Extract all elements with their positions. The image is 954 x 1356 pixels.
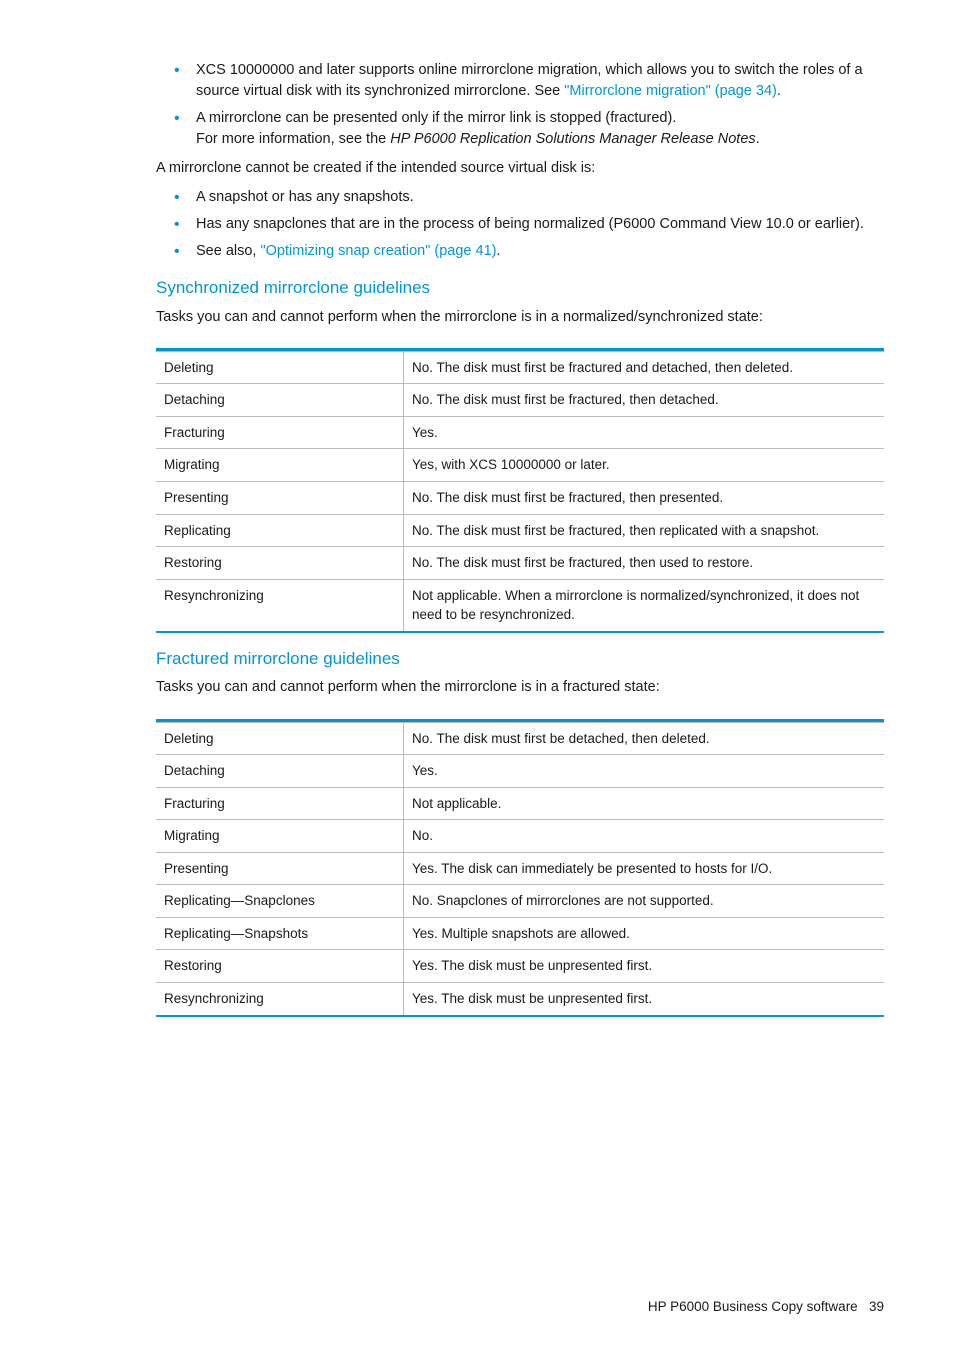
- text: Has any snapclones that are in the proce…: [196, 216, 864, 232]
- table-cell-desc: No. The disk must first be detached, the…: [404, 722, 884, 755]
- table-row: FracturingNot applicable.: [156, 787, 884, 820]
- table-row: ResynchronizingNot applicable. When a mi…: [156, 579, 884, 632]
- table-synchronized: DeletingNo. The disk must first be fract…: [156, 348, 884, 633]
- table-cell-task: Detaching: [156, 384, 404, 417]
- table-cell-task: Resynchronizing: [156, 983, 404, 1016]
- table-cell-task: Restoring: [156, 950, 404, 983]
- table-row: ResynchronizingYes. The disk must be unp…: [156, 983, 884, 1016]
- table-row: PresentingYes. The disk can immediately …: [156, 852, 884, 885]
- table-cell-task: Fracturing: [156, 787, 404, 820]
- table-cell-desc: No.: [404, 820, 884, 853]
- table-cell-task: Fracturing: [156, 416, 404, 449]
- heading-fractured: Fractured mirrorclone guidelines: [156, 647, 884, 672]
- table-cell-desc: Not applicable.: [404, 787, 884, 820]
- table-cell-desc: Yes. Multiple snapshots are allowed.: [404, 917, 884, 950]
- table-cell-desc: Yes. The disk must be unpresented first.: [404, 950, 884, 983]
- table-cell-desc: No. The disk must first be fractured, th…: [404, 482, 884, 515]
- table-cell-task: Migrating: [156, 820, 404, 853]
- table-cell-task: Detaching: [156, 755, 404, 788]
- table-row: RestoringNo. The disk must first be frac…: [156, 547, 884, 580]
- table-cell-desc: Yes, with XCS 10000000 or later.: [404, 449, 884, 482]
- text: A snapshot or has any snapshots.: [196, 189, 414, 205]
- table-cell-desc: No. Snapclones of mirrorclones are not s…: [404, 885, 884, 918]
- text: A mirrorclone can be presented only if t…: [196, 108, 884, 129]
- table-cell-task: Deleting: [156, 351, 404, 384]
- paragraph: Tasks you can and cannot perform when th…: [156, 677, 884, 698]
- table-cell-task: Replicating: [156, 514, 404, 547]
- paragraph: Tasks you can and cannot perform when th…: [156, 307, 884, 328]
- table-row: MigratingNo.: [156, 820, 884, 853]
- heading-synchronized: Synchronized mirrorclone guidelines: [156, 276, 884, 301]
- table-row: PresentingNo. The disk must first be fra…: [156, 482, 884, 515]
- page-number: 39: [869, 1299, 884, 1314]
- bullet-list-2: A snapshot or has any snapshots. Has any…: [156, 187, 884, 262]
- table-row: DetachingYes.: [156, 755, 884, 788]
- table-fractured: DeletingNo. The disk must first be detac…: [156, 719, 884, 1017]
- table-cell-task: Restoring: [156, 547, 404, 580]
- table-cell-task: Migrating: [156, 449, 404, 482]
- table-cell-desc: No. The disk must first be fractured and…: [404, 351, 884, 384]
- text: .: [756, 131, 760, 147]
- list-item: Has any snapclones that are in the proce…: [188, 214, 884, 235]
- doc-title-italic: HP P6000 Replication Solutions Manager R…: [390, 131, 755, 147]
- footer-title: HP P6000 Business Copy software: [648, 1299, 858, 1314]
- bullet-list-1: XCS 10000000 and later supports online m…: [156, 60, 884, 150]
- paragraph: A mirrorclone cannot be created if the i…: [156, 158, 884, 179]
- table-row: MigratingYes, with XCS 10000000 or later…: [156, 449, 884, 482]
- link-optimizing-snap[interactable]: "Optimizing snap creation" (page 41): [261, 243, 497, 259]
- table-cell-desc: No. The disk must first be fractured, th…: [404, 384, 884, 417]
- text: For more information, see the: [196, 131, 390, 147]
- table-cell-desc: No. The disk must first be fractured, th…: [404, 547, 884, 580]
- table-row: DeletingNo. The disk must first be detac…: [156, 722, 884, 755]
- list-item: XCS 10000000 and later supports online m…: [188, 60, 884, 102]
- text: .: [777, 83, 781, 99]
- page-footer: HP P6000 Business Copy software 39: [60, 1297, 894, 1317]
- table-row: RestoringYes. The disk must be unpresent…: [156, 950, 884, 983]
- list-item: A snapshot or has any snapshots.: [188, 187, 884, 208]
- table-cell-task: Resynchronizing: [156, 579, 404, 632]
- table-row: DetachingNo. The disk must first be frac…: [156, 384, 884, 417]
- table-cell-desc: Yes. The disk must be unpresented first.: [404, 983, 884, 1016]
- table-cell-desc: Not applicable. When a mirrorclone is no…: [404, 579, 884, 632]
- table-cell-desc: Yes. The disk can immediately be present…: [404, 852, 884, 885]
- table-cell-task: Presenting: [156, 852, 404, 885]
- table-row: Replicating—SnapshotsYes. Multiple snaps…: [156, 917, 884, 950]
- table-row: ReplicatingNo. The disk must first be fr…: [156, 514, 884, 547]
- list-item: A mirrorclone can be presented only if t…: [188, 108, 884, 150]
- table-cell-desc: Yes.: [404, 416, 884, 449]
- table-cell-task: Replicating—Snapshots: [156, 917, 404, 950]
- text: For more information, see the HP P6000 R…: [196, 129, 884, 150]
- table-cell-desc: Yes.: [404, 755, 884, 788]
- table-cell-task: Presenting: [156, 482, 404, 515]
- text: .: [496, 243, 500, 259]
- table-row: FracturingYes.: [156, 416, 884, 449]
- table-row: Replicating—SnapclonesNo. Snapclones of …: [156, 885, 884, 918]
- table-cell-task: Deleting: [156, 722, 404, 755]
- list-item: See also, "Optimizing snap creation" (pa…: [188, 241, 884, 262]
- table-cell-desc: No. The disk must first be fractured, th…: [404, 514, 884, 547]
- page-body: XCS 10000000 and later supports online m…: [60, 60, 894, 1017]
- text: See also,: [196, 243, 261, 259]
- table-row: DeletingNo. The disk must first be fract…: [156, 351, 884, 384]
- link-mirrorclone-migration[interactable]: "Mirrorclone migration" (page 34): [564, 83, 777, 99]
- table-cell-task: Replicating—Snapclones: [156, 885, 404, 918]
